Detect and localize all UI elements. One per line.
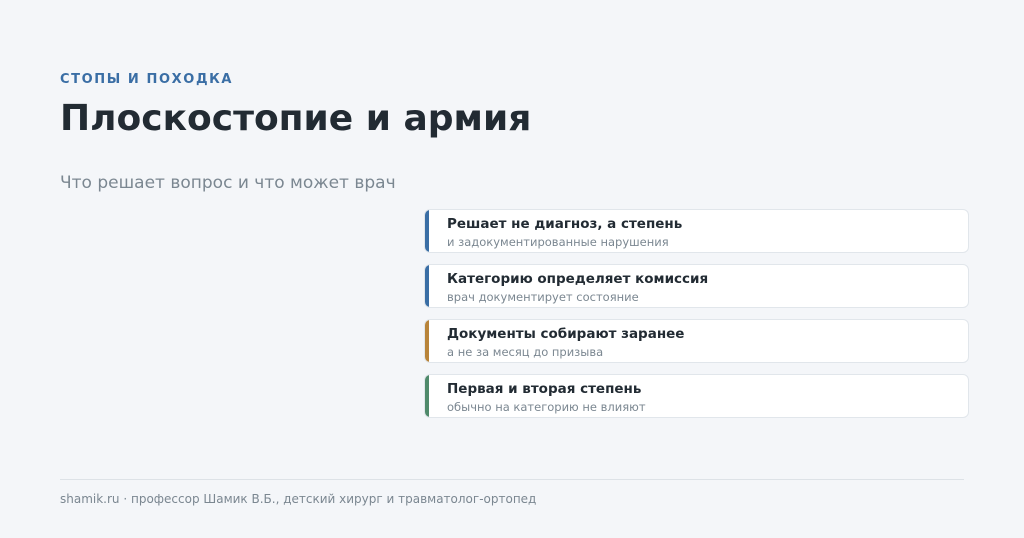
card-accent-bar	[425, 265, 429, 307]
info-card: Документы собирают заранее а не за месяц…	[424, 319, 969, 363]
card-accent-bar	[425, 375, 429, 417]
card-description: а не за месяц до призыва	[447, 345, 604, 359]
card-description: обычно на категорию не влияют	[447, 400, 646, 414]
page-subtitle: Что решает вопрос и что может врач	[60, 173, 396, 193]
card-accent-bar	[425, 320, 429, 362]
info-card: Решает не диагноз, а степень и задокумен…	[424, 209, 969, 253]
card-description: врач документирует состояние	[447, 290, 639, 304]
card-accent-bar	[425, 210, 429, 252]
info-card-list: Решает не диагноз, а степень и задокумен…	[424, 209, 969, 429]
card-title: Первая и вторая степень	[447, 381, 642, 397]
card-title: Решает не диагноз, а степень	[447, 216, 683, 232]
card-title: Категорию определяет комиссия	[447, 271, 709, 287]
card-description: и задокументированные нарушения	[447, 235, 669, 249]
info-card: Категорию определяет комиссия врач докум…	[424, 264, 969, 308]
page-title: Плоскостопие и армия	[60, 98, 532, 139]
card-title: Документы собирают заранее	[447, 326, 685, 342]
section-kicker: СТОПЫ И ПОХОДКА	[60, 72, 234, 87]
footer-divider	[60, 479, 964, 480]
info-card: Первая и вторая степень обычно на катего…	[424, 374, 969, 418]
footer-credit: shamik.ru · профессор Шамик В.Б., детски…	[60, 492, 537, 506]
